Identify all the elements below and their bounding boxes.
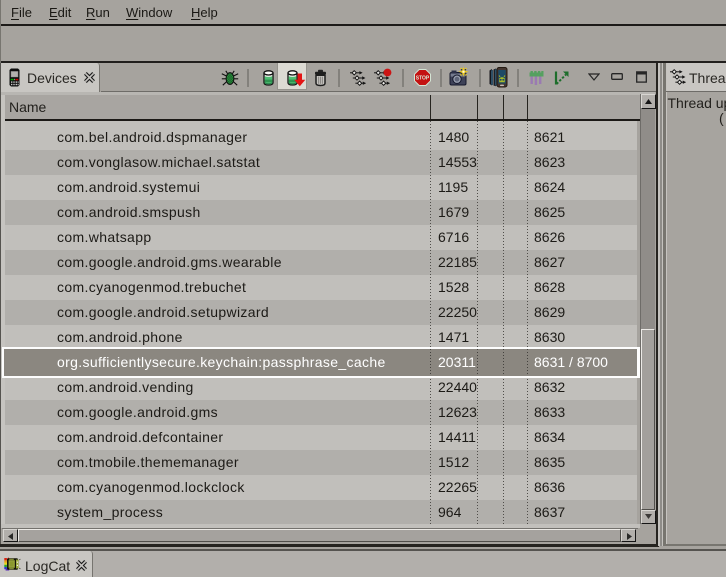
svg-text:STOP: STOP <box>415 75 429 81</box>
